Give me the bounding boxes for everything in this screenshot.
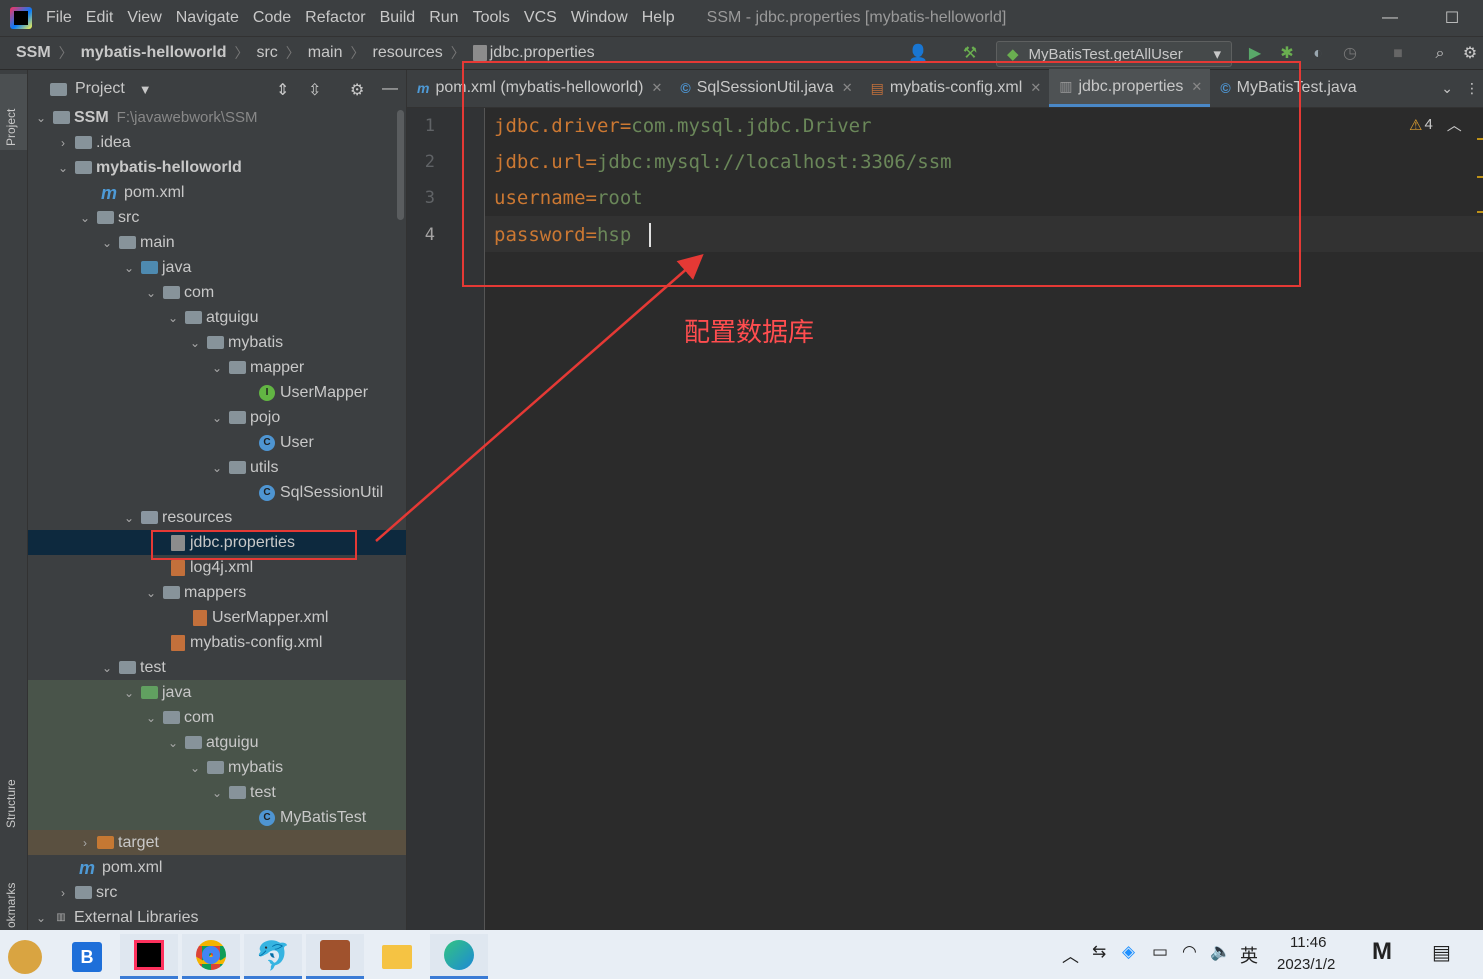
user-avatar-icon[interactable] (0, 934, 50, 979)
notification-icon[interactable]: ▤ (1432, 940, 1451, 965)
app-b-icon[interactable]: B (58, 934, 116, 979)
file-explorer-icon[interactable] (368, 934, 426, 979)
battery-icon[interactable]: ▭ (1152, 942, 1168, 962)
intellij-taskbar-icon[interactable] (120, 934, 178, 979)
game-app-icon[interactable] (306, 934, 364, 979)
tray-app-icon[interactable]: ◈ (1122, 942, 1135, 962)
clock-date[interactable]: 2023/1/2 (1277, 956, 1335, 973)
show-hidden-icons-icon[interactable]: ︿ (1062, 942, 1079, 967)
sync-icon[interactable]: ⇆ (1092, 942, 1106, 962)
volume-icon[interactable]: 🔈 (1210, 942, 1231, 962)
annotation-arrow (375, 254, 704, 542)
clock-time[interactable]: 11:46 (1290, 934, 1326, 951)
chrome-icon[interactable] (182, 934, 240, 979)
dolphin-app-icon[interactable]: 🐬 (244, 934, 302, 979)
windows-taskbar: B 🐬 ︿ ⇆ ◈ ▭ ◠ 🔈 英 11:46 2023/1/2 M ▤ (0, 930, 1483, 979)
edge-icon[interactable] (430, 934, 488, 979)
ime-indicator[interactable]: 英 (1240, 942, 1258, 968)
tray-m-icon[interactable]: M (1372, 938, 1392, 966)
wifi-icon[interactable]: ◠ (1182, 942, 1197, 962)
annotation-label: 配置数据库 (684, 318, 815, 348)
